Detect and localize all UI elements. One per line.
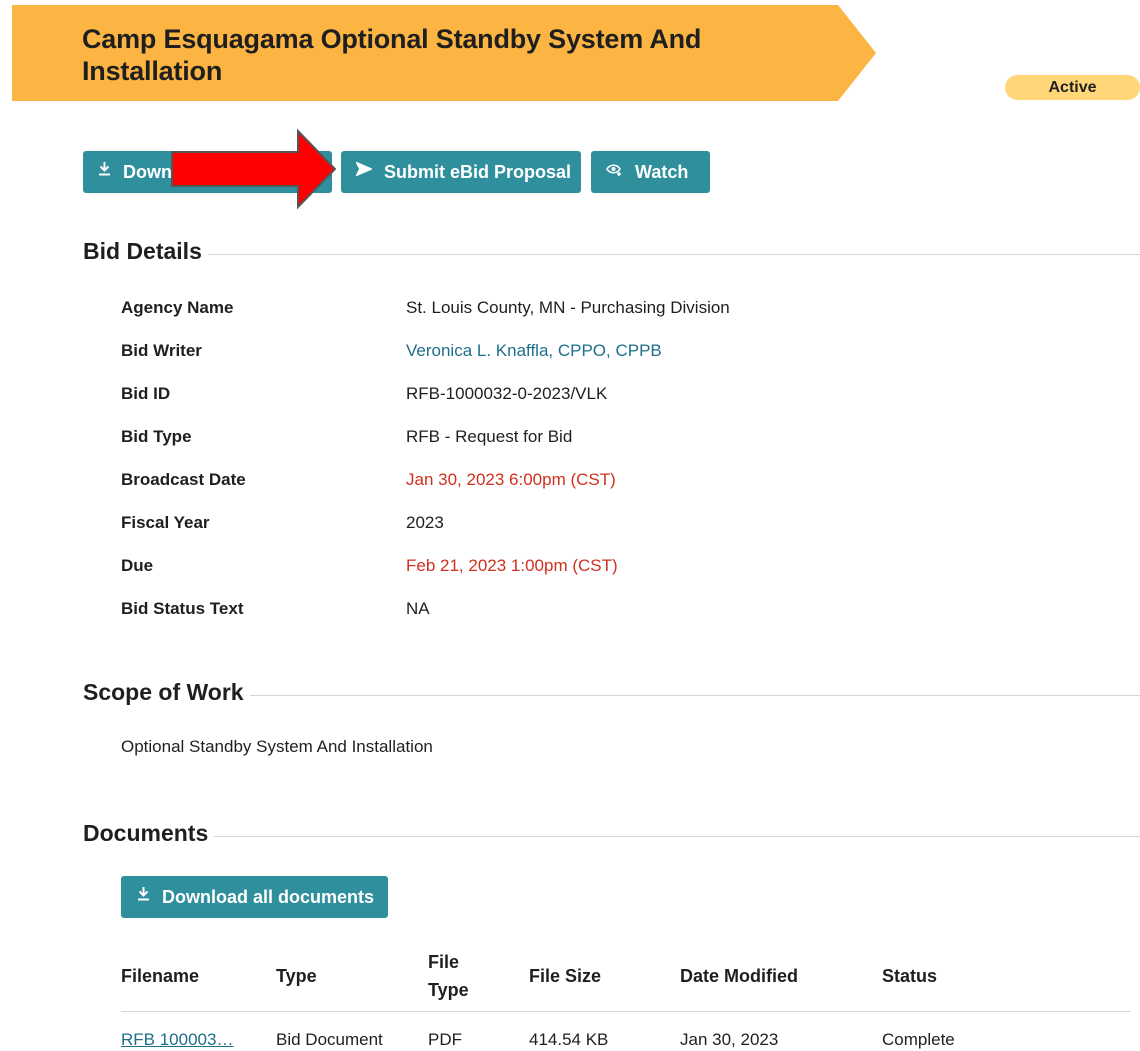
detail-value: 2023 xyxy=(406,513,444,532)
send-icon xyxy=(355,151,374,193)
detail-value: NA xyxy=(406,599,430,618)
column-header-file-size[interactable]: File Size xyxy=(529,962,680,990)
table-row: RFB 100003… Bid Document PDF 414.54 KB J… xyxy=(121,1012,1131,1051)
detail-label: Agency Name xyxy=(121,298,234,317)
download-all-documents-button[interactable]: Download all documents xyxy=(121,876,388,918)
column-header-status[interactable]: Status xyxy=(882,962,1032,990)
submit-ebid-button-label: Submit eBid Proposal xyxy=(384,162,572,182)
download-button-label: Down xyxy=(123,162,172,182)
documents-heading: Documents xyxy=(83,820,1140,847)
detail-label: Fiscal Year xyxy=(121,513,210,532)
page-title: Camp Esquagama Optional Standby System A… xyxy=(82,24,702,86)
scope-of-work-text: Optional Standby System And Installation xyxy=(121,737,433,756)
detail-row-due: Due Feb 21, 2023 1:00pm (CST) xyxy=(121,553,921,596)
download-icon xyxy=(98,151,111,193)
detail-value: RFB-1000032-0-2023/VLK xyxy=(406,384,608,403)
detail-row-broadcast-date: Broadcast Date Jan 30, 2023 6:00pm (CST) xyxy=(121,467,921,510)
annotation-arrow xyxy=(171,129,337,209)
table-header: Filename Type File Type File Size Date M… xyxy=(121,940,1131,1012)
section-divider xyxy=(214,836,1140,837)
documents-table: Filename Type File Type File Size Date M… xyxy=(121,940,1131,1051)
column-header-file-type[interactable]: File Type xyxy=(428,948,498,1004)
detail-label: Bid Type xyxy=(121,427,192,446)
download-all-label: Download all documents xyxy=(162,887,375,907)
detail-value: Jan 30, 2023 6:00pm (CST) xyxy=(406,470,616,489)
detail-value: St. Louis County, MN - Purchasing Divisi… xyxy=(406,298,730,317)
detail-label: Bid ID xyxy=(121,384,171,403)
scope-of-work-heading: Scope of Work xyxy=(83,679,1140,706)
bid-details-heading: Bid Details xyxy=(83,238,1140,265)
detail-row-agency-name: Agency Name St. Louis County, MN - Purch… xyxy=(121,295,921,338)
document-status: Complete xyxy=(882,1030,955,1049)
bid-details-list: Agency Name St. Louis County, MN - Purch… xyxy=(121,295,921,639)
section-divider xyxy=(249,695,1140,696)
detail-row-bid-id: Bid ID RFB-1000032-0-2023/VLK xyxy=(121,381,921,424)
status-badge: Active xyxy=(1005,75,1140,100)
watch-button-label: Watch xyxy=(635,162,689,182)
document-type: Bid Document xyxy=(276,1030,383,1049)
detail-label: Due xyxy=(121,556,154,575)
watch-button[interactable]: Watch xyxy=(591,151,710,193)
section-divider xyxy=(207,254,1140,255)
download-icon xyxy=(137,876,150,918)
bid-writer-link[interactable]: Veronica L. Knaffla, CPPO, CPPB xyxy=(406,338,662,364)
detail-value: RFB - Request for Bid xyxy=(406,427,573,446)
detail-label: Bid Writer xyxy=(121,341,202,360)
document-file-size: 414.54 KB xyxy=(529,1030,609,1049)
documents-heading-text: Documents xyxy=(83,820,209,846)
detail-label: Broadcast Date xyxy=(121,470,246,489)
column-header-date-modified[interactable]: Date Modified xyxy=(680,962,882,990)
document-date-modified: Jan 30, 2023 xyxy=(680,1030,779,1049)
column-header-type[interactable]: Type xyxy=(276,962,428,990)
detail-label: Bid Status Text xyxy=(121,599,244,618)
detail-value: Feb 21, 2023 1:00pm (CST) xyxy=(406,556,618,575)
document-file-type: PDF xyxy=(428,1030,462,1049)
detail-row-bid-type: Bid Type RFB - Request for Bid xyxy=(121,424,921,467)
title-banner: Camp Esquagama Optional Standby System A… xyxy=(12,5,876,101)
submit-ebid-button[interactable]: Submit eBid Proposal xyxy=(341,151,581,193)
detail-row-fiscal-year: Fiscal Year 2023 xyxy=(121,510,921,553)
bid-details-heading-text: Bid Details xyxy=(83,238,202,264)
column-header-filename[interactable]: Filename xyxy=(121,962,276,990)
document-file-link[interactable]: RFB 100003… xyxy=(121,1030,233,1049)
scope-heading-text: Scope of Work xyxy=(83,679,244,705)
eye-plus-icon xyxy=(606,151,623,193)
detail-row-bid-status-text: Bid Status Text NA xyxy=(121,596,921,639)
detail-row-bid-writer: Bid Writer Veronica L. Knaffla, CPPO, CP… xyxy=(121,338,921,381)
